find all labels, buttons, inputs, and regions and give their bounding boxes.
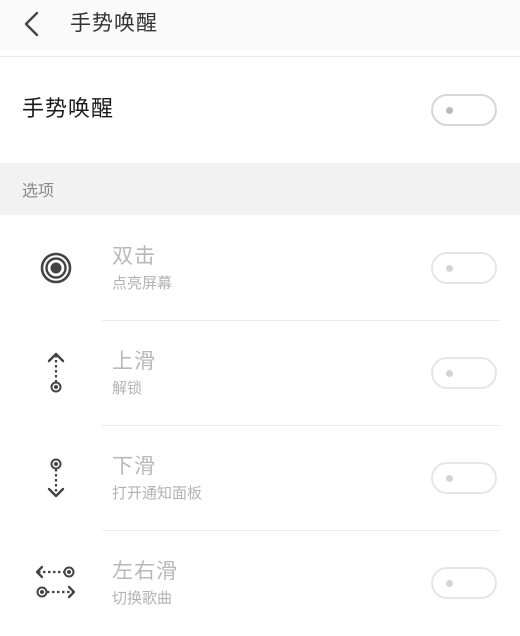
option-title: 双击 [112, 244, 156, 268]
toggle-knob [446, 107, 453, 114]
top-bar: 手势唤醒 [0, 0, 520, 50]
option-row-swipe-down[interactable]: 下滑 打开通知面板 [0, 426, 520, 531]
option-subtitle: 打开通知面板 [112, 484, 203, 502]
section-header: 选项 [0, 163, 520, 215]
back-arrow-icon [24, 11, 39, 37]
option-subtitle: 解锁 [112, 379, 143, 397]
swipe-left-right-toggle[interactable] [431, 567, 497, 599]
back-button[interactable] [18, 8, 48, 40]
toggle-knob [446, 475, 453, 482]
swipe-down-icon [47, 458, 65, 498]
gesture-wake-label: 手势唤醒 [22, 97, 115, 122]
option-subtitle: 切换歌曲 [112, 589, 173, 607]
toggle-knob [446, 580, 453, 587]
gesture-wake-row[interactable]: 手势唤醒 [0, 58, 520, 163]
page-title: 手势唤醒 [70, 11, 158, 35]
swipe-up-icon [47, 352, 65, 393]
option-subtitle: 点亮屏幕 [112, 274, 173, 292]
toggle-knob [446, 370, 453, 377]
option-row-double-tap[interactable]: 双击 点亮屏幕 [0, 216, 520, 321]
swipe-up-toggle[interactable] [431, 357, 497, 389]
option-row-swipe-up[interactable]: 上滑 解锁 [0, 321, 520, 426]
header-divider [0, 56, 520, 57]
option-title: 下滑 [112, 454, 156, 478]
gesture-wake-toggle[interactable] [431, 94, 497, 126]
option-title: 左右滑 [112, 559, 178, 583]
swipe-left-right-icon [35, 565, 76, 599]
toggle-knob [446, 265, 453, 272]
option-row-swipe-left-right[interactable]: 左右滑 切换歌曲 [0, 531, 520, 636]
section-label-options: 选项 [22, 181, 55, 200]
double-tap-icon [40, 252, 72, 284]
double-tap-toggle[interactable] [431, 252, 497, 284]
swipe-down-toggle[interactable] [431, 462, 497, 494]
option-title: 上滑 [112, 349, 156, 373]
